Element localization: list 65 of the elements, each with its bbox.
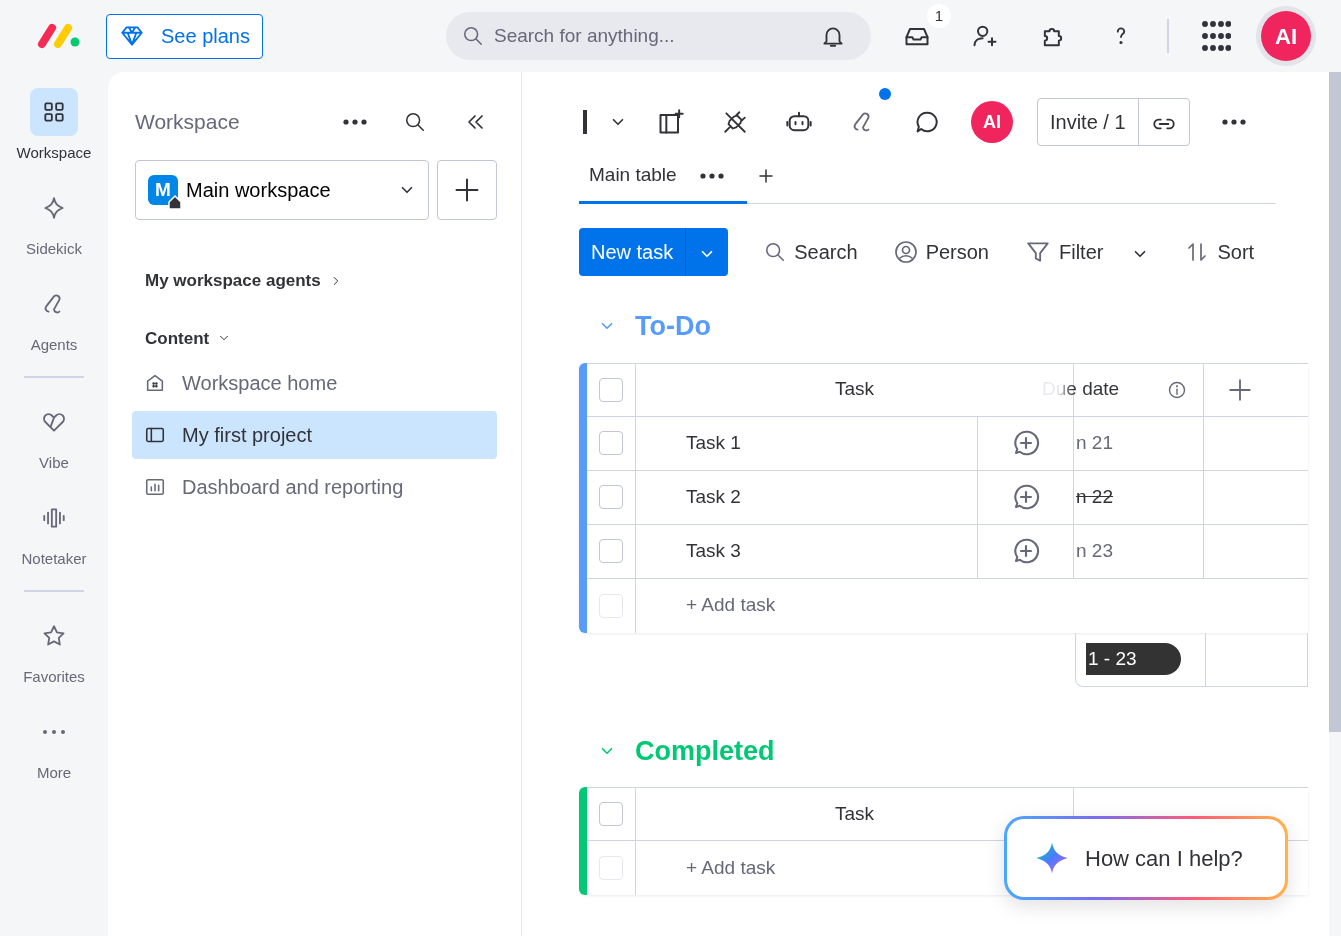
new-task-button[interactable]: New task bbox=[579, 228, 686, 276]
person-icon bbox=[893, 240, 918, 264]
search-icon bbox=[764, 241, 787, 263]
info-icon bbox=[1167, 379, 1187, 400]
plug-off-icon bbox=[722, 109, 748, 135]
task-name[interactable]: Task 3 bbox=[686, 536, 741, 566]
select-all-checkbox[interactable] bbox=[599, 802, 623, 826]
more-icon bbox=[1220, 118, 1247, 126]
avatar[interactable]: AI bbox=[971, 101, 1013, 143]
grid-icon bbox=[41, 99, 67, 125]
sparkle-icon bbox=[1035, 841, 1069, 875]
rail-item[interactable]: More bbox=[0, 708, 108, 804]
section-toggle[interactable]: Content bbox=[145, 325, 232, 351]
nav-item[interactable]: My first project bbox=[132, 411, 497, 459]
search-field[interactable]: Search for anything... bbox=[445, 12, 871, 60]
column-header: Task bbox=[834, 377, 875, 402]
nav-item[interactable]: Dashboard and reporting bbox=[132, 463, 497, 511]
workspace-selector[interactable]: M Main workspace bbox=[135, 160, 429, 220]
task-name[interactable]: Task 1 bbox=[686, 428, 741, 458]
row-checkbox[interactable] bbox=[599, 539, 623, 563]
search-input[interactable]: Search for anything... bbox=[491, 20, 803, 52]
row-checkbox[interactable] bbox=[599, 431, 623, 455]
panel-sparkle-icon bbox=[657, 108, 685, 136]
add-task-button[interactable]: + Add task bbox=[636, 841, 782, 895]
plus-icon bbox=[1227, 376, 1253, 403]
row-checkbox[interactable] bbox=[599, 485, 623, 509]
date-cell[interactable]: n 21 bbox=[1076, 428, 1113, 458]
plus-icon bbox=[756, 167, 775, 185]
logo bbox=[36, 22, 82, 50]
panel-title: Workspace bbox=[135, 109, 240, 136]
task-name[interactable]: Task 2 bbox=[686, 482, 741, 512]
agents-link[interactable]: My workspace agents bbox=[145, 268, 343, 294]
plus-icon bbox=[453, 176, 481, 204]
rail-item[interactable]: Sidekick bbox=[0, 184, 108, 280]
assistant-prompt[interactable]: How can I help? bbox=[1004, 816, 1288, 900]
count-badge: 1 bbox=[927, 4, 951, 28]
see-plans-button[interactable]: See plans bbox=[106, 13, 263, 59]
chart-icon bbox=[144, 476, 166, 498]
column-header: Task bbox=[834, 801, 875, 826]
select-all-checkbox[interactable] bbox=[599, 377, 623, 402]
rail-item[interactable]: Workspace bbox=[0, 88, 108, 184]
date-range-summary: 1 - 23 bbox=[1086, 642, 1181, 676]
date-cell[interactable]: n 22 bbox=[1076, 482, 1113, 512]
home-icon bbox=[144, 372, 166, 394]
rail-item[interactable]: Notetaker bbox=[0, 494, 108, 590]
more-icon bbox=[698, 172, 725, 180]
search-icon bbox=[461, 25, 484, 47]
toolbar-action[interactable]: Search bbox=[764, 237, 858, 267]
nav-item[interactable]: Workspace home bbox=[132, 359, 497, 407]
date-cell[interactable]: n 23 bbox=[1076, 536, 1113, 566]
more-icon bbox=[342, 118, 368, 126]
add-button[interactable] bbox=[437, 160, 497, 220]
apps-grid-icon bbox=[1199, 20, 1231, 52]
more-icon bbox=[42, 728, 66, 736]
scrollbar[interactable] bbox=[1329, 72, 1341, 732]
rail-item[interactable]: Agents bbox=[0, 280, 108, 376]
rail-item[interactable]: Vibe bbox=[0, 398, 108, 494]
sound-wave-icon bbox=[41, 505, 67, 531]
rail-item[interactable]: Favorites bbox=[0, 612, 108, 708]
toolbar-action[interactable]: Sort bbox=[1185, 237, 1255, 267]
notification-dot bbox=[879, 88, 891, 100]
toolbar-action[interactable]: Person bbox=[893, 237, 989, 267]
toolbar-action[interactable]: Filter bbox=[1025, 237, 1150, 267]
add-task-button[interactable]: + Add task bbox=[636, 578, 782, 633]
search-icon bbox=[404, 111, 426, 133]
